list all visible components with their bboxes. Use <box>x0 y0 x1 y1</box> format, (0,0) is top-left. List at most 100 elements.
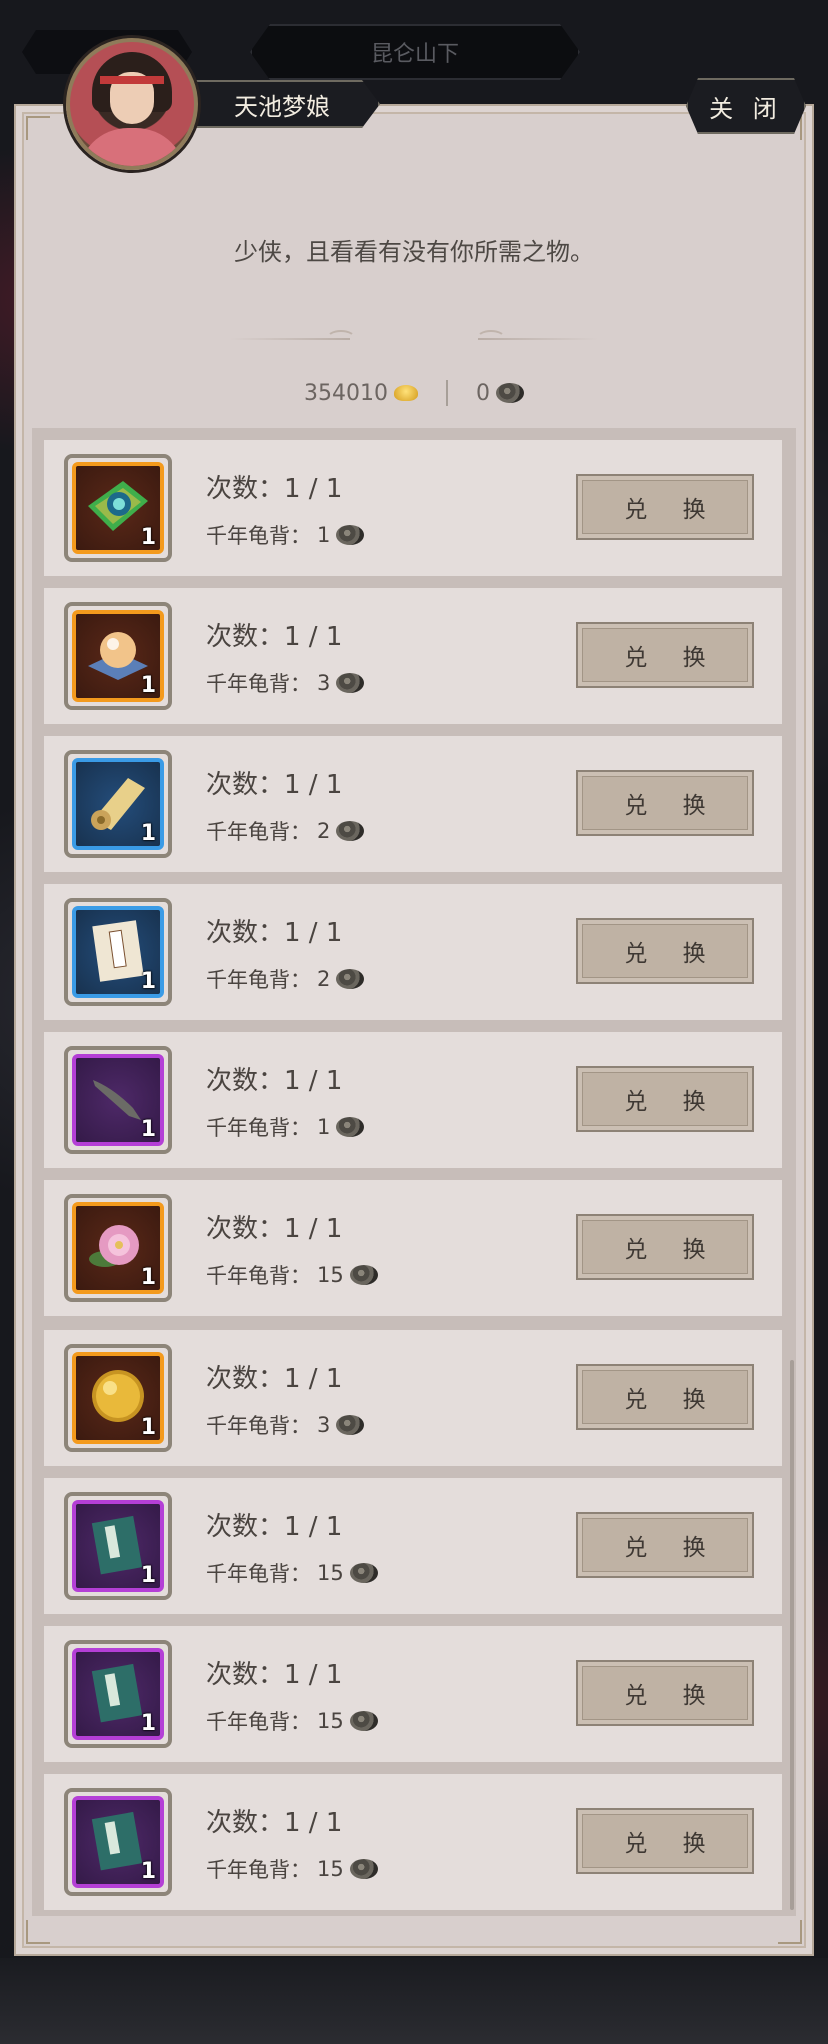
list-item: 1 次数：1 / 1 千年龟背： 2 兑 换 <box>44 736 782 872</box>
turtle-shell-icon <box>349 1563 378 1583</box>
exchange-cost: 千年龟背： 3 <box>206 668 365 698</box>
npc-name-plate: 天池梦娘 <box>170 80 380 128</box>
list-item: 1 次数：1 / 1 千年龟背： 15 兑 换 <box>44 1478 782 1614</box>
item-slot[interactable]: 1 <box>64 1046 172 1154</box>
exchange-count: 次数：1 / 1 <box>206 474 343 504</box>
gold-currency: 354010 <box>304 381 418 406</box>
exchange-count: 次数：1 / 1 <box>206 1808 343 1838</box>
exchange-cost: 千年龟背： 2 <box>206 816 365 846</box>
exchange-label: 兑 换 <box>624 1237 720 1263</box>
item-slot[interactable]: 1 <box>64 750 172 858</box>
exchange-button[interactable]: 兑 换 <box>576 770 754 836</box>
cost-value: 15 <box>317 1561 344 1585</box>
item-slot[interactable]: 1 <box>64 898 172 1006</box>
cost-label: 千年龟背： <box>206 1264 311 1288</box>
item-quantity: 1 <box>140 821 156 846</box>
shell-amount: 0 <box>475 380 490 406</box>
exchange-cost: 千年龟背： 15 <box>206 1558 378 1588</box>
item-quantity: 1 <box>140 673 156 698</box>
exchange-cost: 千年龟背： 2 <box>206 964 365 994</box>
exchange-label: 兑 换 <box>624 497 720 523</box>
gold-ingot-icon <box>393 385 418 401</box>
list-item: 1 次数：1 / 1 千年龟背： 15 兑 换 <box>44 1626 782 1762</box>
exchange-label: 兑 换 <box>624 1683 720 1709</box>
cost-label: 千年龟背： <box>206 1414 311 1438</box>
turtle-shell-icon <box>336 525 365 545</box>
cost-label: 千年龟背： <box>206 1710 311 1734</box>
cost-value: 2 <box>317 819 331 843</box>
item-slot[interactable]: 1 <box>64 1344 172 1452</box>
item-quantity: 1 <box>140 1859 156 1884</box>
exchange-count: 次数：1 / 1 <box>206 1512 343 1542</box>
turtle-shell-icon <box>349 1265 378 1285</box>
exchange-label: 兑 换 <box>624 1089 720 1115</box>
exchange-count: 次数：1 / 1 <box>206 1214 343 1244</box>
currency-separator <box>445 380 448 406</box>
turtle-shell-icon <box>336 969 365 989</box>
cost-label: 千年龟背： <box>206 1858 311 1882</box>
item-slot[interactable]: 1 <box>64 1194 172 1302</box>
list-item: 1 次数：1 / 1 千年龟背： 1 兑 换 <box>44 1032 782 1168</box>
location-title: 昆仑山下 <box>250 24 580 80</box>
cost-value: 15 <box>317 1263 344 1287</box>
cost-label: 千年龟背： <box>206 524 311 548</box>
turtle-shell-icon <box>336 1415 365 1435</box>
cost-value: 1 <box>317 523 331 547</box>
exchange-count: 次数：1 / 1 <box>206 1364 343 1394</box>
panel-corner <box>26 116 50 140</box>
exchange-count: 次数：1 / 1 <box>206 622 343 652</box>
exchange-button[interactable]: 兑 换 <box>576 1660 754 1726</box>
npc-name: 天池梦娘 <box>234 92 330 121</box>
exchange-button[interactable]: 兑 换 <box>576 1512 754 1578</box>
turtle-shell-icon <box>495 383 524 403</box>
item-slot[interactable]: 1 <box>64 1492 172 1600</box>
exchange-button[interactable]: 兑 换 <box>576 1066 754 1132</box>
exchange-button[interactable]: 兑 换 <box>576 1214 754 1280</box>
item-slot[interactable]: 1 <box>64 1640 172 1748</box>
item-quantity: 1 <box>140 1265 156 1290</box>
cost-label: 千年龟背： <box>206 672 311 696</box>
cost-value: 1 <box>317 1115 331 1139</box>
exchange-button[interactable]: 兑 换 <box>576 474 754 540</box>
exchange-list[interactable]: 1 次数：1 / 1 千年龟背： 1 兑 换 1 次数：1 / 1 千年龟背： 3 兑 换 1 次数：… <box>32 428 796 1916</box>
item-slot[interactable]: 1 <box>64 1788 172 1896</box>
cost-value: 3 <box>317 671 331 695</box>
gold-amount: 354010 <box>304 380 388 406</box>
exchange-label: 兑 换 <box>624 1535 720 1561</box>
cost-value: 15 <box>317 1709 344 1733</box>
turtle-shell-icon <box>349 1859 378 1879</box>
exchange-button[interactable]: 兑 换 <box>576 622 754 688</box>
exchange-cost: 千年龟背： 3 <box>206 1410 365 1440</box>
item-quantity: 1 <box>140 1563 156 1588</box>
exchange-button[interactable]: 兑 换 <box>576 1364 754 1430</box>
exchange-button[interactable]: 兑 换 <box>576 1808 754 1874</box>
exchange-cost: 千年龟背： 1 <box>206 520 365 550</box>
exchange-label: 兑 换 <box>624 1831 720 1857</box>
cost-label: 千年龟背： <box>206 968 311 992</box>
swirl-ornament <box>476 330 506 348</box>
exchange-label: 兑 换 <box>624 645 720 671</box>
exchange-label: 兑 换 <box>624 1387 720 1413</box>
exchange-cost: 千年龟背： 1 <box>206 1112 365 1142</box>
close-button[interactable]: 关 闭 <box>686 78 806 134</box>
turtle-shell-icon <box>336 821 365 841</box>
turtle-shell-icon <box>336 673 365 693</box>
item-slot[interactable]: 1 <box>64 602 172 710</box>
list-item: 1 次数：1 / 1 千年龟背： 3 兑 换 <box>44 1330 782 1466</box>
cost-value: 3 <box>317 1413 331 1437</box>
cost-label: 千年龟背： <box>206 820 311 844</box>
exchange-button[interactable]: 兑 换 <box>576 918 754 984</box>
cost-value: 2 <box>317 967 331 991</box>
list-item: 1 次数：1 / 1 千年龟背： 15 兑 换 <box>44 1774 782 1910</box>
exchange-count: 次数：1 / 1 <box>206 1660 343 1690</box>
swirl-ornament <box>326 330 356 348</box>
item-quantity: 1 <box>140 969 156 994</box>
exchange-count: 次数：1 / 1 <box>206 770 343 800</box>
list-item: 1 次数：1 / 1 千年龟背： 3 兑 换 <box>44 588 782 724</box>
cost-value: 15 <box>317 1857 344 1881</box>
item-slot[interactable]: 1 <box>64 454 172 562</box>
exchange-cost: 千年龟背： 15 <box>206 1854 378 1884</box>
cost-label: 千年龟背： <box>206 1562 311 1586</box>
scrollbar[interactable] <box>790 1360 794 1910</box>
bottom-decor <box>0 1958 828 2044</box>
